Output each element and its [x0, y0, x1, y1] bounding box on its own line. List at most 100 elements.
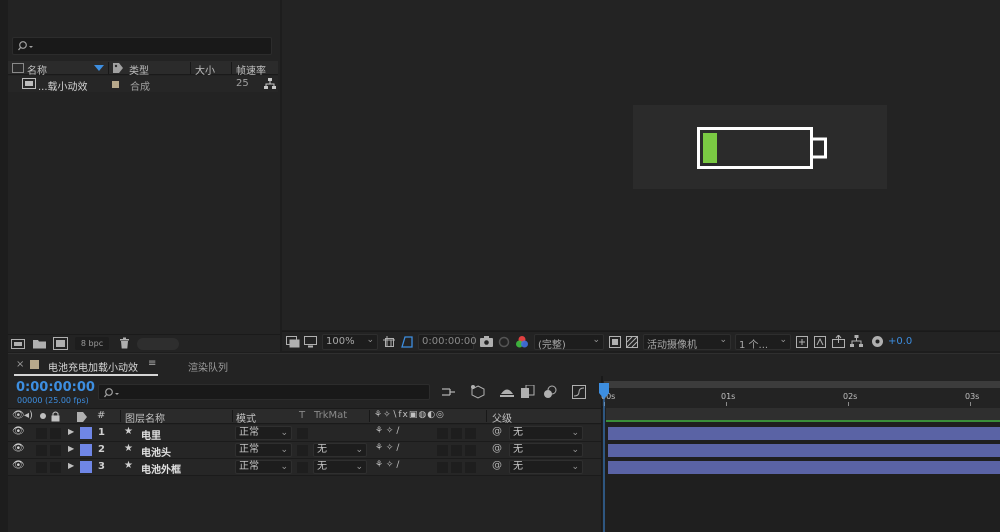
layer-switches-icons[interactable]: ⚘✧∖fx▣◍◐◎	[374, 410, 445, 420]
mode-dropdown[interactable]: 正常 ⌄	[235, 443, 292, 457]
reset-exposure-icon[interactable]	[871, 335, 884, 348]
tab-render-queue[interactable]: 渲染队列	[188, 359, 228, 374]
layer-duration-bar[interactable]	[608, 444, 1000, 457]
camera-dropdown[interactable]: 活动摄像机 ⌄	[643, 334, 731, 351]
audio-icon[interactable]: ◂)	[24, 410, 33, 421]
pick-whip-icon[interactable]: @	[492, 426, 502, 437]
tab-composition[interactable]: 电池充电加载小动效 ≡	[14, 356, 158, 376]
expand-triangle-icon[interactable]: ▶	[68, 427, 74, 436]
project-bpc-button[interactable]: 8 bpc	[75, 337, 109, 350]
audio-toggle[interactable]	[36, 445, 47, 456]
region-of-interest-icon[interactable]	[609, 336, 621, 348]
preserve-transparency-toggle[interactable]	[297, 428, 308, 439]
thumbnail-scroll-slider[interactable]	[137, 338, 179, 350]
timeline-link-icon[interactable]	[832, 335, 845, 348]
column-layer-name[interactable]: 图层名称	[125, 410, 165, 425]
resolution-dropdown[interactable]: (完整) ⌄	[534, 334, 604, 351]
switch-cell[interactable]	[451, 462, 462, 473]
layer-switches[interactable]: ⚘ ✧ ∕	[375, 443, 399, 453]
eye-icon[interactable]: 👁	[12, 443, 25, 454]
flowchart-icon[interactable]	[850, 335, 863, 348]
column-parent[interactable]: 父级	[492, 410, 512, 425]
draft-3d-icon[interactable]	[470, 384, 486, 400]
parent-dropdown[interactable]: 无 ⌄	[509, 443, 583, 457]
pick-whip-icon[interactable]: @	[492, 460, 502, 471]
layer-name[interactable]: 电池头	[141, 444, 171, 459]
parent-dropdown[interactable]: 无 ⌄	[509, 460, 583, 474]
exposure-value[interactable]: +0.0	[888, 336, 912, 347]
switch-cell[interactable]	[437, 445, 448, 456]
new-composition-icon[interactable]	[53, 337, 68, 350]
av-switches-icon[interactable]: 👁	[12, 410, 25, 421]
interpret-footage-icon[interactable]	[11, 338, 25, 349]
column-trkmat[interactable]: TrkMat	[314, 410, 347, 421]
transparency-grid-icon[interactable]	[626, 336, 638, 348]
frame-blending-icon[interactable]	[521, 385, 535, 399]
layer-duration-bar[interactable]	[608, 461, 1000, 474]
trash-icon[interactable]	[119, 337, 130, 349]
current-time-display[interactable]: 0:00:00:00	[16, 380, 95, 395]
switch-cell[interactable]	[465, 462, 476, 473]
grid-guides-icon[interactable]	[383, 336, 396, 348]
zoom-dropdown[interactable]: 100% ⌄	[322, 334, 378, 350]
solo-icon[interactable]	[40, 413, 46, 419]
trkmat-dropdown[interactable]: 无 ⌄	[313, 460, 367, 474]
expand-triangle-icon[interactable]: ▶	[68, 444, 74, 453]
layer-duration-bar[interactable]	[608, 427, 1000, 440]
expand-triangle-icon[interactable]: ▶	[68, 461, 74, 470]
layer-switches[interactable]: ⚘ ✧ ∕	[375, 426, 399, 436]
switch-cell[interactable]	[465, 445, 476, 456]
audio-toggle[interactable]	[36, 462, 47, 473]
project-item-row[interactable]: ...载小动效 合成 25	[8, 76, 278, 93]
switch-cell[interactable]	[437, 428, 448, 439]
layer-row[interactable]: 👁 ▶ 3 ★ 电池外框 正常 ⌄ 无 ⌄ ⚘ ✧ ∕ @ 无 ⌄	[8, 459, 602, 476]
column-mode[interactable]: 模式	[236, 410, 256, 425]
mode-dropdown[interactable]: 正常 ⌄	[235, 426, 292, 440]
camera-snapshot-icon[interactable]	[480, 336, 493, 347]
label-tag-icon[interactable]	[76, 411, 88, 423]
solo-toggle[interactable]	[50, 428, 61, 439]
fast-previews-icon[interactable]	[814, 336, 826, 348]
layer-switches[interactable]: ⚘ ✧ ∕	[375, 460, 399, 470]
layer-name[interactable]: 电池外框	[141, 461, 181, 476]
composition-canvas[interactable]	[633, 105, 887, 189]
graph-editor-icon[interactable]	[572, 385, 586, 399]
shy-layers-icon[interactable]	[499, 385, 515, 399]
preserve-transparency-toggle[interactable]	[297, 462, 308, 473]
mode-dropdown[interactable]: 正常 ⌄	[235, 460, 292, 474]
show-snapshot-icon[interactable]	[498, 336, 510, 348]
layer-row[interactable]: 👁 ▶ 1 ★ 电里 正常 ⌄ ⚘ ✧ ∕ @ 无 ⌄	[8, 425, 602, 442]
current-time-field[interactable]: 0:00:00:00	[418, 334, 477, 350]
playhead[interactable]	[598, 381, 612, 532]
lock-icon[interactable]	[51, 411, 60, 422]
toggle-pixel-aspect-icon[interactable]	[796, 336, 808, 348]
switch-cell[interactable]	[451, 428, 462, 439]
new-folder-icon[interactable]	[33, 338, 47, 349]
parent-dropdown[interactable]: 无 ⌄	[509, 426, 583, 440]
layer-color-swatch[interactable]	[80, 427, 92, 439]
monitor-icon[interactable]	[304, 336, 318, 348]
motion-blur-icon[interactable]	[543, 385, 557, 399]
layer-color-swatch[interactable]	[80, 444, 92, 456]
column-type[interactable]: 类型	[129, 62, 149, 77]
flowchart-icon[interactable]	[264, 78, 276, 90]
audio-toggle[interactable]	[36, 428, 47, 439]
always-preview-icon[interactable]	[286, 336, 300, 348]
project-search-input[interactable]	[12, 37, 272, 55]
layer-color-swatch[interactable]	[80, 461, 92, 473]
preserve-transparency-toggle[interactable]	[297, 445, 308, 456]
label-tag-icon[interactable]	[112, 62, 124, 74]
switch-cell[interactable]	[437, 462, 448, 473]
time-ruler[interactable]: 00s 01s 02s 03s	[601, 388, 1000, 406]
column-name[interactable]: 名称	[27, 62, 47, 77]
switch-cell[interactable]	[465, 428, 476, 439]
sort-down-icon[interactable]	[94, 65, 104, 71]
mask-visibility-icon[interactable]	[400, 335, 414, 349]
solo-toggle[interactable]	[50, 445, 61, 456]
switch-cell[interactable]	[451, 445, 462, 456]
column-frame-rate[interactable]: 帧速率	[236, 62, 266, 77]
timeline-search-input[interactable]	[98, 384, 430, 400]
comp-mini-flowchart-icon[interactable]	[442, 386, 456, 399]
label-color-swatch[interactable]	[112, 81, 119, 88]
tab-menu-icon[interactable]: ≡	[148, 358, 156, 369]
